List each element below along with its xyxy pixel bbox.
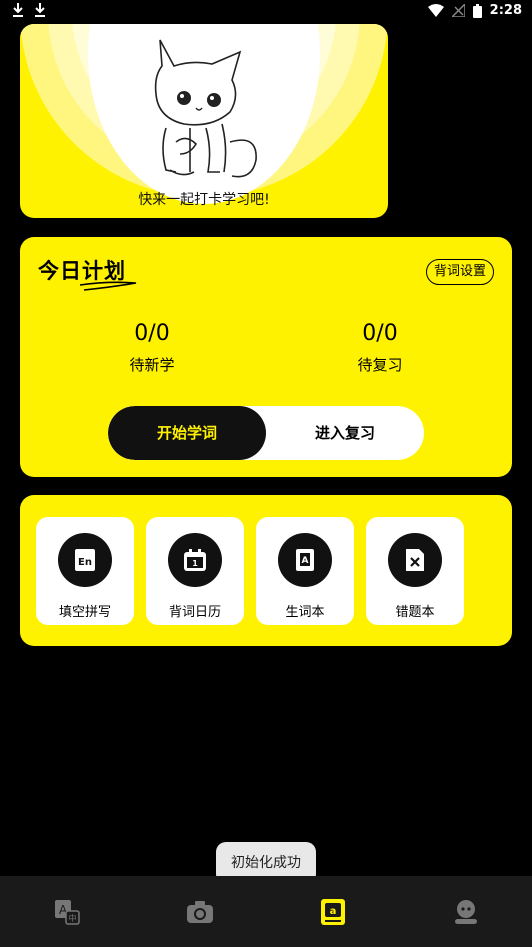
tool-study-calendar[interactable]: 1 背词日历 bbox=[146, 517, 244, 625]
start-learning-button[interactable]: 开始学词 bbox=[108, 406, 266, 460]
status-bar: 2:28 bbox=[0, 0, 532, 24]
camera-icon bbox=[186, 900, 213, 923]
download-icon bbox=[35, 3, 45, 17]
today-plan-card: 今日计划 背词设置 0/0 待新学 0/0 待复习 开始学词 进入复习 bbox=[20, 237, 512, 477]
tool-label: 生词本 bbox=[285, 605, 325, 620]
wordbook-icon: a bbox=[320, 898, 345, 925]
vocab-book-icon: A bbox=[296, 549, 314, 571]
banner-caption: 快来一起打卡学习吧! bbox=[138, 192, 270, 208]
title-underline bbox=[79, 281, 137, 291]
svg-text:En: En bbox=[78, 557, 92, 568]
svg-text:a: a bbox=[329, 906, 336, 917]
new-words-stat: 0/0 待新学 bbox=[92, 321, 212, 375]
svg-text:A: A bbox=[302, 556, 309, 566]
nav-item-profile[interactable] bbox=[399, 876, 532, 947]
en-book-icon: En bbox=[75, 549, 95, 571]
svg-text:1: 1 bbox=[192, 559, 198, 568]
review-words-count: 0/0 bbox=[362, 321, 398, 346]
bottom-nav: A 中 a bbox=[0, 876, 532, 947]
status-time: 2:28 bbox=[489, 3, 522, 18]
review-words-stat: 0/0 待复习 bbox=[320, 321, 440, 375]
cat-banner[interactable]: 快来一起打卡学习吧! bbox=[20, 24, 388, 218]
no-signal-icon bbox=[451, 4, 465, 17]
translate-icon: A 中 bbox=[54, 899, 80, 925]
nav-item-camera[interactable] bbox=[133, 876, 266, 947]
nav-item-translate[interactable]: A 中 bbox=[0, 876, 133, 947]
nav-item-wordbook[interactable]: a bbox=[266, 876, 399, 947]
review-words-label: 待复习 bbox=[357, 356, 403, 374]
new-words-label: 待新学 bbox=[129, 356, 175, 374]
profile-icon bbox=[454, 899, 477, 924]
new-words-count: 0/0 bbox=[134, 321, 170, 346]
calendar-icon: 1 bbox=[184, 549, 206, 571]
svg-text:中: 中 bbox=[68, 913, 76, 923]
battery-icon bbox=[472, 3, 482, 18]
tool-label: 背词日历 bbox=[168, 605, 221, 620]
tool-label: 填空拼写 bbox=[58, 605, 111, 620]
tool-mistake-book[interactable]: 错题本 bbox=[366, 517, 464, 625]
tools-card: En 填空拼写 1 背词日历 A 生词本 错题本 bbox=[20, 495, 512, 646]
word-settings-button[interactable]: 背词设置 bbox=[425, 259, 494, 285]
tool-fill-spelling[interactable]: En 填空拼写 bbox=[36, 517, 134, 625]
cat-illustration bbox=[154, 39, 257, 178]
download-icon bbox=[13, 3, 23, 17]
study-mode-toggle: 开始学词 进入复习 bbox=[108, 406, 424, 460]
wifi-icon bbox=[427, 4, 444, 17]
tool-vocabulary-book[interactable]: A 生词本 bbox=[256, 517, 354, 625]
tool-label: 错题本 bbox=[395, 605, 435, 620]
mistake-book-icon bbox=[406, 549, 424, 571]
start-review-button[interactable]: 进入复习 bbox=[266, 406, 424, 460]
